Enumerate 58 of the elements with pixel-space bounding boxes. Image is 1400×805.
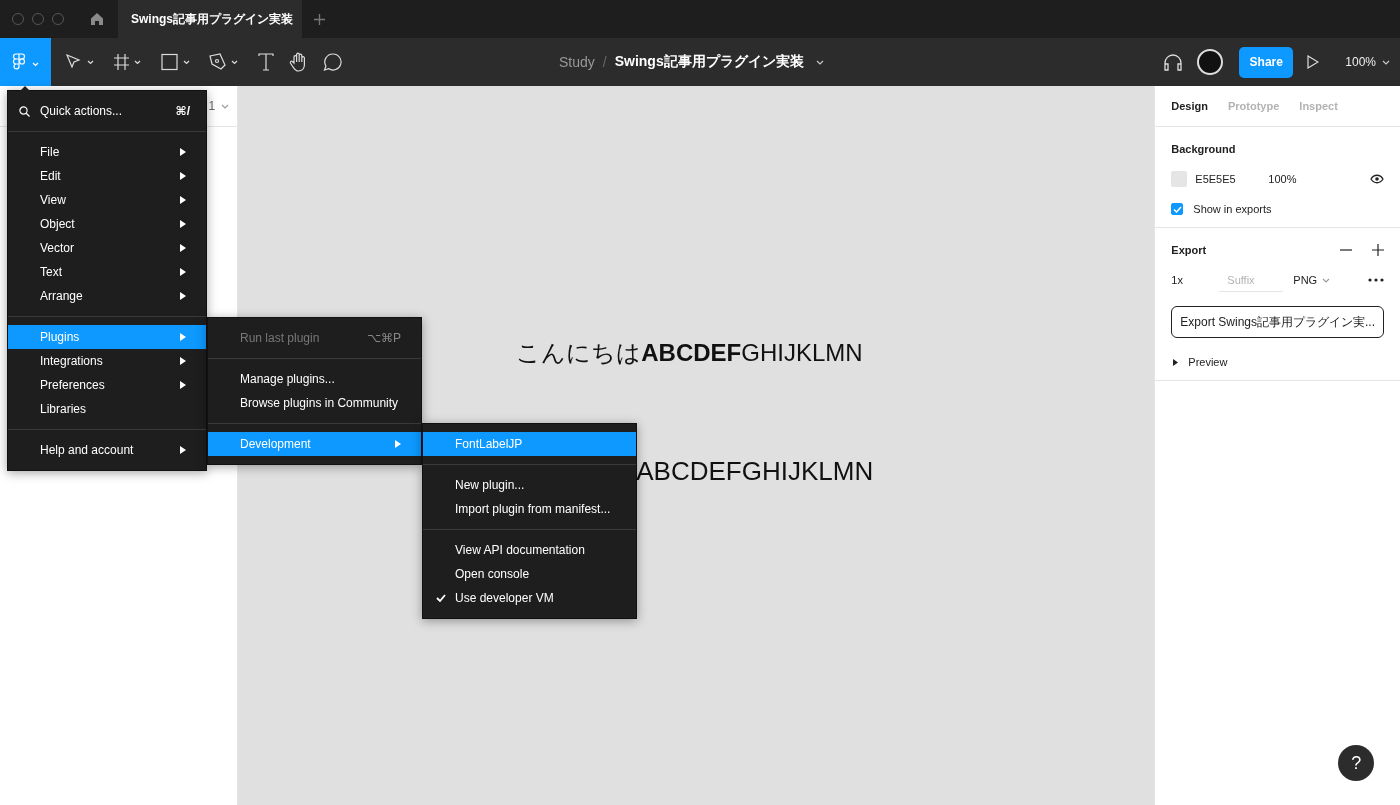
user-avatar[interactable] [1197,49,1224,75]
menu-item[interactable]: Import plugin from manifest... [423,497,636,521]
format-dropdown[interactable]: PNG [1293,274,1331,286]
preview-toggle[interactable]: Preview [1188,356,1228,368]
disclosure-triangle-icon[interactable] [1173,358,1179,366]
zoom-dropdown[interactable]: 100% [1345,55,1390,69]
file-tab[interactable]: Swings記事用プラグイン実装 [118,0,302,38]
plus-icon[interactable] [1372,244,1384,256]
project-name[interactable]: Study [559,54,595,70]
menu-item[interactable]: Help and account [8,438,206,462]
canvas-text: こんにちはABCDEFGHIJKLMN [516,338,863,368]
menu-item[interactable]: View [8,188,206,212]
menu-item[interactable]: Open console [423,562,636,586]
export-scale[interactable]: 1x [1171,274,1220,286]
search-icon [19,105,30,117]
headphones-icon[interactable] [1163,53,1184,71]
page-selector[interactable]: 1 [208,99,230,113]
menu-item[interactable]: Browse plugins in Community [208,391,421,415]
checkmark-icon [1172,205,1182,213]
menu-item[interactable]: Arrange [8,284,206,308]
suffix-field[interactable]: Suffix [1219,268,1284,292]
menu-item[interactable]: Use developer VM [423,586,636,610]
text-tool-icon[interactable] [257,53,275,71]
section-heading: Export [1171,244,1207,256]
menu-item[interactable]: Integrations [8,349,206,373]
menu-item[interactable]: Vector [8,236,206,260]
comment-tool-icon[interactable] [323,52,343,72]
more-icon[interactable] [1368,278,1384,282]
checkbox[interactable] [1171,203,1184,215]
menu-item[interactable]: New plugin... [423,473,636,497]
menu-item[interactable]: Edit [8,164,206,188]
menu-item[interactable]: Object [8,212,206,236]
canvas-text: ABCDEFGHIJKLMN [636,456,874,487]
hex-value[interactable]: E5E5E5 [1195,173,1269,185]
chevron-down-icon [1382,59,1390,65]
chevron-down-icon [1322,277,1331,283]
file-name[interactable]: Swings記事用プラグイン実装 [614,53,804,71]
section-heading: Background [1171,143,1237,155]
logo-icon [11,53,40,71]
menu-item[interactable]: Libraries [8,397,206,421]
menu-item[interactable]: Manage plugins... [208,367,421,391]
menu-item[interactable]: Text [8,260,206,284]
play-icon[interactable] [1307,55,1320,69]
chevron-down-icon[interactable] [815,59,824,65]
quick-actions-item[interactable]: Quick actions... ⌘/ [8,99,206,123]
home-icon[interactable] [90,12,104,26]
new-tab-icon[interactable] [314,13,325,25]
menu-item[interactable]: File [8,140,206,164]
opacity-value[interactable]: 100% [1268,173,1297,185]
export-button[interactable]: Export Swings記事用プラグイン実... [1171,306,1384,338]
panel-tab[interactable]: Design [1163,96,1216,116]
menu-item[interactable]: Preferences [8,373,206,397]
eye-icon[interactable] [1370,174,1384,184]
menu-item[interactable]: View API documentation [423,538,636,562]
checkbox-label: Show in exports [1193,203,1272,215]
breadcrumb-separator: / [602,54,607,70]
color-swatch[interactable] [1171,171,1188,187]
chevron-down-icon [221,103,230,109]
